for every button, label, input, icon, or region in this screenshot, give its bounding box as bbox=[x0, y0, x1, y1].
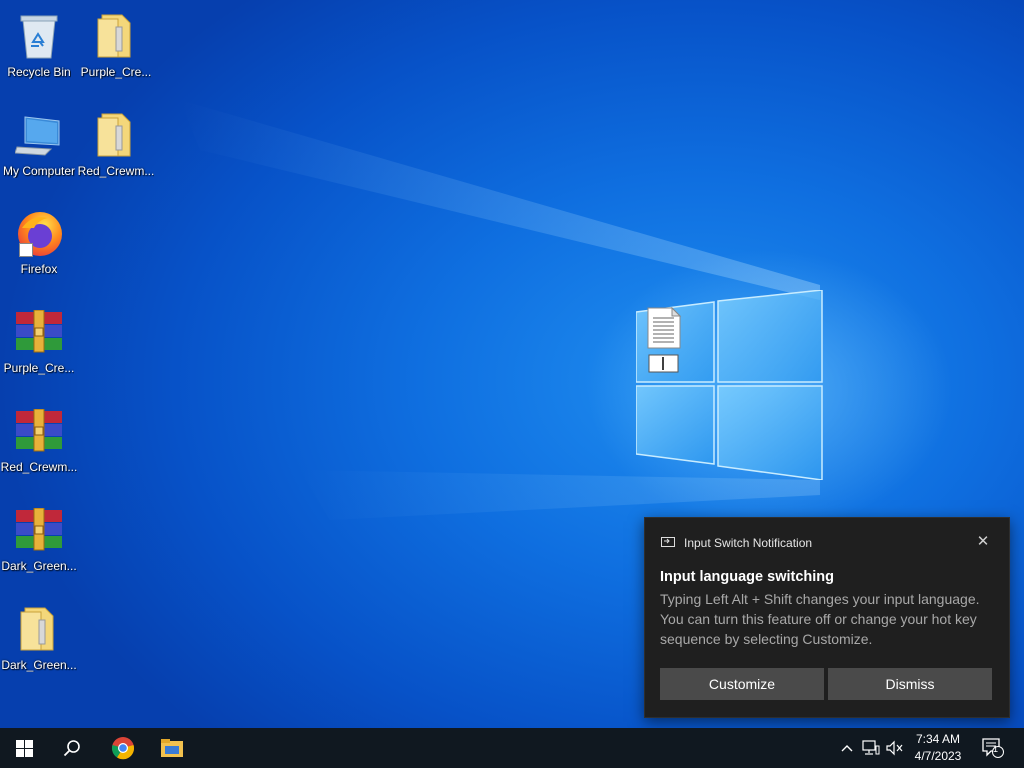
dismiss-button[interactable]: Dismiss bbox=[828, 668, 992, 700]
chrome-taskbar-button[interactable] bbox=[99, 728, 147, 768]
search-button[interactable] bbox=[48, 728, 96, 768]
volume-tray-button[interactable] bbox=[884, 728, 906, 768]
notification-title: Input language switching bbox=[660, 569, 834, 585]
clock-time: 7:34 AM bbox=[915, 732, 961, 746]
notification-body: Typing Left Alt + Shift changes your inp… bbox=[660, 591, 980, 647]
icon-label: Dark_Green... bbox=[1, 559, 77, 573]
icon-label: Red_Crewm... bbox=[77, 164, 155, 178]
show-hidden-icons-chevron[interactable] bbox=[838, 728, 856, 768]
computer-icon bbox=[13, 109, 65, 161]
desktop-icon-red-crew-archive[interactable]: Red_Crewm... bbox=[1, 399, 77, 489]
desktop[interactable]: Recycle Bin Purple_Cre... My Computer Re… bbox=[0, 0, 1024, 728]
file-explorer-taskbar-button[interactable] bbox=[148, 728, 196, 768]
keyboard-switch-icon bbox=[661, 537, 675, 547]
folder-icon bbox=[90, 109, 142, 161]
shortcut-arrow-icon bbox=[19, 243, 33, 257]
desktop-icon-my-computer[interactable]: My Computer bbox=[1, 103, 77, 193]
windows-start-icon bbox=[15, 739, 33, 757]
input-switch-notification[interactable]: Input Switch Notification ✕ Input langua… bbox=[644, 517, 1010, 718]
icon-label: Red_Crewm... bbox=[0, 460, 78, 474]
chrome-icon bbox=[111, 737, 135, 760]
notification-count-badge: 1 bbox=[993, 744, 999, 754]
icon-label: My Computer bbox=[2, 164, 76, 178]
notification-header: Input Switch Notification bbox=[661, 536, 993, 550]
taskbar: 7:34 AM 4/7/2023 1 bbox=[0, 728, 1024, 768]
folder-icon bbox=[90, 10, 142, 62]
desktop-icon-purple-crew-archive[interactable]: Purple_Cre... bbox=[1, 300, 77, 390]
recycle-bin-icon bbox=[13, 10, 65, 62]
network-tray-button[interactable] bbox=[860, 728, 882, 768]
dragged-document-icon[interactable] bbox=[644, 306, 684, 376]
icon-label: Purple_Cre... bbox=[80, 65, 152, 79]
icon-label: Dark_Green... bbox=[1, 658, 77, 672]
chevron-up-icon bbox=[841, 745, 853, 752]
desktop-icon-purple-crew-folder[interactable]: Purple_Cre... bbox=[78, 4, 154, 94]
icon-label: Recycle Bin bbox=[7, 65, 71, 79]
desktop-icon-dark-green-archive[interactable]: Dark_Green... bbox=[1, 498, 77, 588]
winrar-archive-icon bbox=[13, 504, 65, 556]
winrar-archive-icon bbox=[13, 405, 65, 457]
folder-icon bbox=[13, 603, 65, 655]
close-icon[interactable]: ✕ bbox=[975, 534, 991, 550]
firefox-icon bbox=[13, 207, 65, 259]
clock-date: 4/7/2023 bbox=[914, 749, 962, 763]
start-button[interactable] bbox=[0, 728, 48, 768]
desktop-icon-red-crew-folder[interactable]: Red_Crewm... bbox=[78, 103, 154, 193]
icon-label: Purple_Cre... bbox=[3, 361, 75, 375]
file-explorer-icon bbox=[161, 739, 183, 757]
action-center-button[interactable]: 1 bbox=[980, 728, 1006, 768]
network-icon bbox=[862, 740, 880, 755]
notification-app-name: Input Switch Notification bbox=[684, 536, 813, 550]
search-icon bbox=[63, 740, 80, 757]
desktop-icon-firefox[interactable]: Firefox bbox=[1, 201, 77, 291]
desktop-icon-recycle-bin[interactable]: Recycle Bin bbox=[1, 4, 77, 94]
taskbar-clock[interactable]: 7:34 AM 4/7/2023 bbox=[906, 731, 970, 765]
customize-button[interactable]: Customize bbox=[660, 668, 824, 700]
volume-muted-icon bbox=[886, 740, 903, 756]
icon-label: Firefox bbox=[20, 262, 58, 276]
winrar-archive-icon bbox=[13, 306, 65, 358]
desktop-icon-dark-green-folder[interactable]: Dark_Green... bbox=[1, 597, 77, 687]
